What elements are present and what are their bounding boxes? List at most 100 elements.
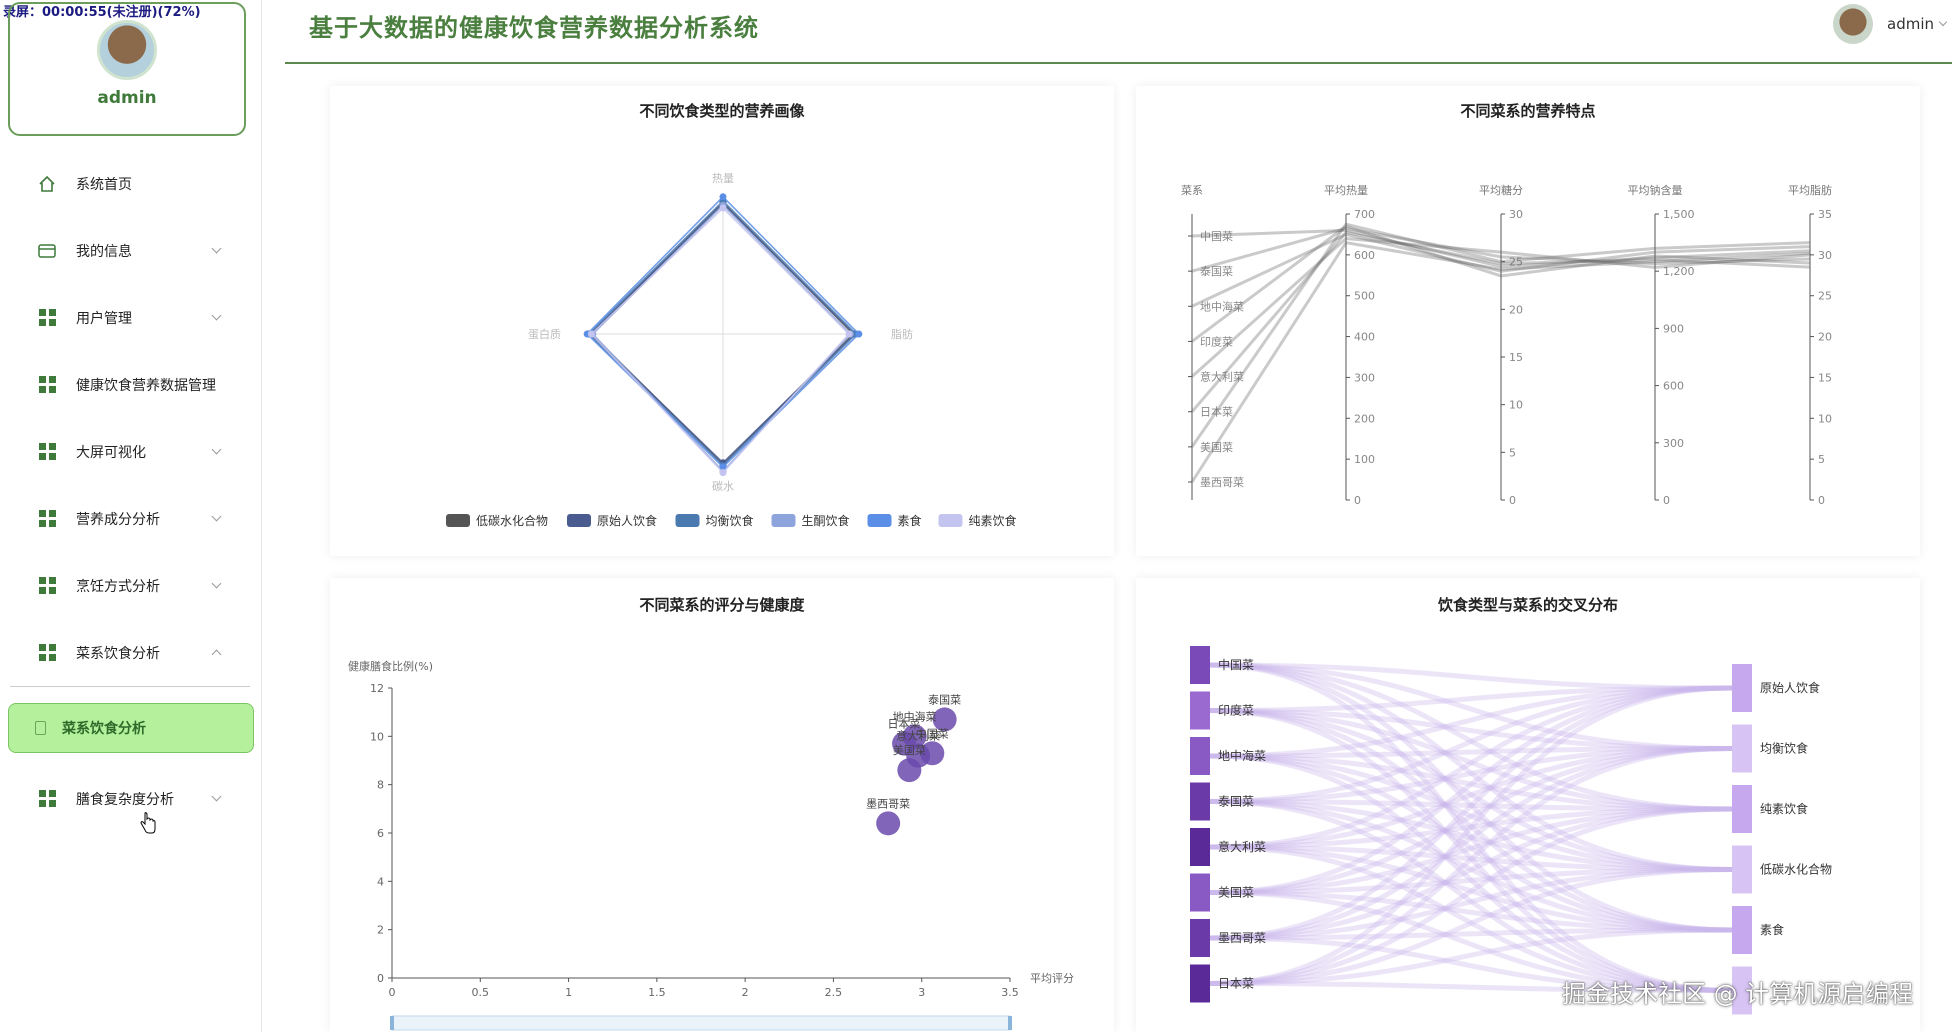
parallel-chart[interactable]: 菜系中国菜泰国菜地中海菜印度菜意大利菜日本菜美国菜墨西哥菜平均热量0100200… (1136, 86, 1920, 556)
sankey-node-right (1732, 785, 1752, 833)
grid-icon (38, 644, 56, 662)
sankey-node-left (1190, 782, 1210, 821)
axis-tick-label: 20 (1818, 331, 1832, 344)
avatar[interactable] (97, 20, 157, 80)
sankey-node-label: 均衡饮食 (1760, 741, 1808, 756)
x-tick-label: 2.5 (825, 986, 843, 999)
menu-label: 膳食复杂度分析 (76, 791, 174, 808)
home-icon (38, 175, 56, 193)
grid-icon (38, 510, 56, 528)
axis-tick-label: 墨西哥菜 (1200, 476, 1244, 489)
axis-name: 平均热量 (1324, 184, 1368, 197)
axis-tick-label: 500 (1354, 290, 1375, 303)
user-menu[interactable]: admin (1833, 4, 1948, 44)
axis-tick-label: 200 (1354, 412, 1375, 425)
page-title: 基于大数据的健康饮食营养数据分析系统 (309, 13, 759, 42)
y-axis-label: 健康膳食比例(%) (348, 659, 433, 673)
menu-item-nutrient-analysis[interactable]: 营养成分分析 (0, 485, 262, 552)
x-axis-label: 平均评分 (1030, 972, 1074, 985)
sankey-panel: 饮食类型与菜系的交叉分布 中国菜 印度菜 地中海菜 泰国菜 意大利菜 美国菜 墨西哥菜 日本菜… (1136, 578, 1920, 1032)
axis-tick-label: 900 (1663, 322, 1684, 335)
menu-label: 我的信息 (76, 243, 132, 260)
sankey-node-label: 地中海菜 (1218, 748, 1266, 763)
menu-item-home[interactable]: 系统首页 (0, 150, 262, 217)
chevron-down-icon (211, 444, 222, 455)
sankey-node-label: 意大利菜 (1218, 839, 1266, 854)
y-tick-label: 6 (377, 827, 384, 840)
chevron-down-icon (211, 511, 222, 522)
y-tick-label: 0 (377, 972, 384, 985)
sankey-node-label: 原始人饮食 (1760, 680, 1820, 695)
axis-tick-label: 25 (1818, 290, 1832, 303)
menu-item-users[interactable]: 用户管理 (0, 284, 262, 351)
legend-swatch (675, 514, 700, 527)
legend-swatch (938, 514, 963, 527)
legend-swatch (446, 514, 470, 527)
hand-cursor-icon (140, 812, 156, 834)
submenu-item-cuisine-analysis[interactable]: 菜系饮食分析 (8, 703, 254, 753)
axis-name: 菜系 (1181, 184, 1203, 197)
document-icon (35, 721, 46, 735)
watermark: 掘金技术社区 @ 计算机源启编程 (1562, 980, 1914, 1008)
sankey-node-label: 泰国菜 (1218, 795, 1254, 809)
sankey-node-left (1190, 873, 1210, 912)
menu-item-nutrition-data[interactable]: 健康饮食营养数据管理 (0, 351, 262, 418)
sankey-node-left (1190, 919, 1210, 957)
radar-indicator-label: 碳水 (712, 479, 734, 493)
menu-label: 烹饪方式分析 (76, 578, 160, 595)
axis-tick-label: 35 (1818, 208, 1832, 221)
sidebar: 录屏：00:00:55(未注册)(72%) admin 系统首页 我的信息 用户… (0, 0, 262, 1032)
menu-item-complexity-analysis[interactable]: 膳食复杂度分析 (0, 765, 262, 832)
axis-tick-label: 15 (1509, 351, 1523, 364)
radar-point (587, 330, 595, 338)
menu-item-big-screen[interactable]: 大屏可视化 (0, 418, 262, 485)
scatter-point (876, 811, 901, 836)
sankey-node-right (1732, 664, 1752, 712)
y-tick-label: 12 (370, 682, 384, 695)
grid-icon (38, 376, 56, 394)
sankey-chart[interactable]: 中国菜印度菜地中海菜泰国菜意大利菜美国菜墨西哥菜日本菜 原始人饮食均衡饮食纯素饮食… (1136, 578, 1920, 1032)
divider (10, 686, 250, 687)
x-tick-label: 2 (742, 986, 749, 999)
x-tick-label: 0.5 (472, 986, 490, 999)
header: 基于大数据的健康饮食营养数据分析系统 admin (285, 0, 1952, 64)
grid-icon (38, 443, 56, 461)
menu-item-cuisine-analysis[interactable]: 菜系饮食分析 (0, 619, 262, 686)
radar-chart[interactable]: 热量脂肪碳水 蛋白质低碳水化合物 原始人饮食 均衡饮食 生酮饮食 素食 纯素饮食 (330, 86, 1114, 556)
sankey-node-label: 印度菜 (1218, 703, 1254, 718)
chevron-down-icon (211, 310, 222, 321)
y-tick-label: 2 (377, 924, 384, 937)
axis-tick-label: 0 (1818, 494, 1825, 507)
axis-tick-label: 300 (1354, 371, 1375, 384)
menu-label: 营养成分分析 (76, 511, 160, 528)
scatter-chart[interactable]: 健康膳食比例(%) 平均评分 0 0.5 1 1.5 2 2.5 3 3.5 0 2 4 6 8 10 12 泰国… (330, 578, 1114, 1032)
axis-tick-label: 300 (1663, 437, 1684, 450)
radar-series-3 (587, 199, 858, 467)
axis-tick-label: 0 (1354, 494, 1361, 507)
axis-tick-label: 700 (1354, 208, 1375, 221)
legend-label: 均衡饮食 (706, 513, 754, 528)
axis-name: 平均钠含量 (1628, 183, 1683, 197)
menu-label: 健康饮食营养数据管理 (76, 377, 216, 394)
y-tick-label: 4 (377, 875, 384, 888)
sankey-node-label: 美国菜 (1218, 886, 1254, 900)
side-menu: 系统首页 我的信息 用户管理 健康饮食营养数据管理 大屏可视化 营养成分分析 烹… (0, 150, 262, 832)
radar-indicator-label: 蛋白质 (528, 327, 561, 341)
chevron-down-icon (211, 578, 222, 589)
menu-label: 大屏可视化 (76, 444, 146, 461)
legend-swatch (567, 514, 591, 527)
radar-series-6 (590, 206, 851, 474)
zoom-handle-left (390, 1016, 394, 1030)
sankey-node-left (1190, 828, 1210, 866)
chevron-down-icon (211, 791, 222, 802)
axis-tick-label: 0 (1509, 494, 1516, 507)
menu-item-cooking-analysis[interactable]: 烹饪方式分析 (0, 552, 262, 619)
point-label: 意大利菜 (896, 729, 940, 743)
sankey-node-label: 日本菜 (1218, 977, 1254, 991)
y-tick-label: 10 (370, 730, 384, 743)
radar-series-1 (590, 201, 855, 466)
axis-tick-label: 5 (1509, 446, 1516, 459)
menu-label: 用户管理 (76, 310, 132, 327)
axis-tick-label: 600 (1663, 380, 1684, 393)
menu-item-my-info[interactable]: 我的信息 (0, 217, 262, 284)
